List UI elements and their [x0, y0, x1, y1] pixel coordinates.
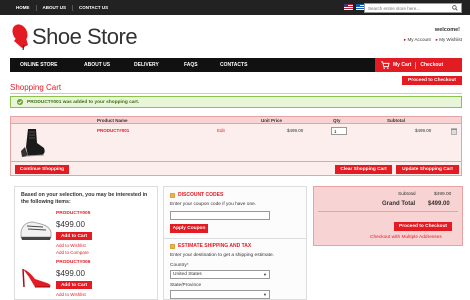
chevron-down-icon: ▼: [263, 292, 267, 297]
totals-box: Subtotal $499.00 Grand Total $499.00 Pro…: [313, 186, 463, 246]
cart-icon: [381, 61, 390, 69]
cart-nav: My Cart Checkout: [375, 58, 462, 72]
trash-icon[interactable]: [451, 128, 457, 135]
nav-item-online-store[interactable]: ONLINE STORE: [20, 58, 57, 72]
product-image[interactable]: [19, 259, 53, 291]
product-image[interactable]: [19, 212, 53, 242]
page-title: Shopping Cart: [10, 83, 62, 92]
unit-price: $499.00: [287, 128, 304, 133]
section-divider: [164, 238, 306, 239]
col-product-name: Product Name: [97, 118, 128, 123]
country-label-wrap: Country*: [170, 263, 189, 268]
proceed-checkout-button[interactable]: Proceed to Checkout: [394, 222, 452, 231]
state-select[interactable]: ▼: [170, 290, 270, 299]
my-account-link-wrap: ▸ My Account: [404, 37, 431, 43]
nav-item-about-us[interactable]: ABOUT US: [84, 58, 110, 72]
success-text: PRODUCT#001 was added to your shopping c…: [27, 99, 140, 105]
grand-total-value: $499.00: [428, 201, 450, 207]
nav-item-delivery[interactable]: DELIVERY: [134, 58, 159, 72]
col-unit-price: Unit Price: [261, 118, 283, 123]
shoe-logo-icon: [12, 24, 28, 51]
discount-icon: [170, 192, 175, 198]
subtotal-value: $499.00: [434, 192, 452, 197]
continue-shopping-button[interactable]: Continue Shopping: [15, 165, 69, 174]
state-label: State/Province: [170, 283, 202, 288]
main-nav: ONLINE STORE ABOUT US DELIVERY FAQS CONT…: [10, 58, 462, 72]
add-to-wishlist-link[interactable]: Add to Wishlist: [56, 292, 86, 297]
coupon-prompt: Enter your coupon code if you have one.: [170, 202, 257, 207]
shipping-title: ESTIMATE SHIPPING AND TAX: [178, 243, 252, 249]
update-cart-button[interactable]: Update Shopping Cart: [396, 165, 459, 174]
account-links: ▸ My Account ▸ My Wishlist: [380, 37, 462, 43]
top-links: HOME ABOUT US CONTACT US: [10, 0, 114, 15]
arrow-icon: ▸: [403, 37, 407, 42]
country-label: Country: [170, 263, 187, 268]
logo-text: Shoe Store: [32, 24, 138, 49]
discount-box: DISCOUNT CODES Enter your coupon code if…: [163, 186, 307, 300]
top-link-contact[interactable]: CONTACT US: [73, 5, 114, 11]
nav-item-faqs[interactable]: FAQS: [184, 58, 198, 72]
language-switcher: [344, 4, 365, 10]
title-divider: [10, 93, 462, 94]
my-wishlist-link-wrap: ▸ My Wishlist: [436, 37, 462, 43]
add-to-cart-button[interactable]: Add to Cart: [56, 281, 92, 289]
col-subtotal: Subtotal: [387, 118, 405, 123]
country-select[interactable]: United States ▼: [170, 270, 270, 279]
my-cart-link[interactable]: My Cart: [393, 62, 411, 68]
coupon-code-input[interactable]: [170, 211, 270, 220]
clear-cart-button[interactable]: Clear Shopping Cart: [335, 165, 392, 174]
grand-total-label: Grand Total: [382, 201, 416, 207]
country-value: United States: [173, 272, 202, 277]
crosssell-price: $499.00: [56, 220, 85, 229]
search-icon[interactable]: [451, 4, 459, 12]
add-to-cart-button[interactable]: Add to Cart: [56, 232, 92, 240]
crosssell-box: Based on your selection, you may be inte…: [14, 186, 158, 300]
shipping-icon: [170, 243, 175, 249]
product-image[interactable]: [17, 127, 47, 159]
nav-item-contacts[interactable]: CONTACTS: [220, 58, 247, 72]
shipping-prompt: Enter your destination to get a shipping…: [170, 253, 274, 258]
my-wishlist-link[interactable]: My Wishlist: [439, 37, 462, 42]
col-qty: Qty: [333, 118, 341, 123]
edit-item-link[interactable]: Edit: [217, 128, 225, 133]
cart-table-header: Product Name Unit Price Qty Subtotal: [10, 116, 462, 124]
product-name-link[interactable]: PRODUCT#001: [97, 128, 129, 133]
add-to-wishlist-link[interactable]: Add to Wishlist: [56, 243, 86, 248]
proceed-checkout-top-button[interactable]: Proceed to Checkout: [402, 76, 462, 85]
search-box: [364, 3, 462, 13]
arrow-icon: ▸: [435, 37, 438, 42]
totals-divider: [318, 211, 458, 212]
shipping-heading: ESTIMATE SHIPPING AND TAX: [170, 243, 251, 249]
check-icon: [17, 99, 23, 105]
add-to-compare-link[interactable]: Add to Compare: [56, 250, 89, 255]
cart-actions: Continue Shopping Clear Shopping Cart Up…: [10, 162, 462, 176]
table-row: PRODUCT#001 Edit $499.00 $499.00: [10, 124, 462, 162]
site-logo[interactable]: Shoe Store: [10, 22, 138, 52]
top-link-about[interactable]: ABOUT US: [37, 4, 73, 11]
crosssell-product-name[interactable]: PRODUCT#005: [56, 211, 90, 216]
discount-heading: DISCOUNT CODES: [170, 192, 223, 198]
required-mark: *: [186, 263, 189, 268]
nav-divider: [415, 61, 417, 69]
multi-address-link[interactable]: Checkout with Multiple Addresses: [370, 235, 442, 240]
checkout-link[interactable]: Checkout: [420, 62, 443, 68]
chevron-down-icon: ▼: [263, 272, 267, 277]
us-flag-icon[interactable]: [344, 4, 353, 10]
crosssell-price: $499.00: [56, 269, 85, 278]
welcome-text: welcome!: [434, 27, 460, 33]
discount-title: DISCOUNT CODES: [178, 192, 224, 198]
my-account-link[interactable]: My Account: [407, 37, 430, 42]
subtotal-label: Subtotal: [398, 192, 416, 197]
crosssell-product-name[interactable]: PRODUCT#006: [56, 260, 90, 265]
crosssell-title: Based on your selection, you may be inte…: [21, 192, 148, 205]
item-subtotal: $499.00: [415, 128, 432, 133]
success-message: PRODUCT#001 was added to your shopping c…: [10, 96, 462, 108]
search-input[interactable]: [365, 4, 451, 12]
apply-coupon-button[interactable]: Apply Coupon: [170, 224, 208, 233]
qty-input[interactable]: [331, 127, 347, 135]
top-link-home[interactable]: HOME: [10, 4, 37, 11]
